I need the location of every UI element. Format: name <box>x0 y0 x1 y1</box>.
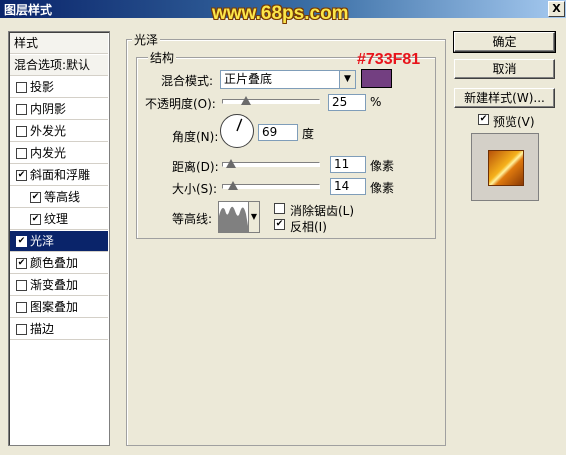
new-style-button[interactable]: 新建样式(W)... <box>454 88 555 108</box>
style-item[interactable]: ✔ 斜面和浮雕 <box>10 165 108 186</box>
style-list-header[interactable]: 样式 <box>10 33 108 54</box>
opacity-slider[interactable] <box>222 99 320 104</box>
invert-label: 反相(I) <box>290 220 327 234</box>
style-item-label: 光泽 <box>30 234 55 248</box>
color-hex-annotation: #733F81 <box>357 51 421 68</box>
style-item-label: 图案叠加 <box>30 300 79 314</box>
color-swatch[interactable] <box>361 69 392 88</box>
style-item-label: 描边 <box>30 322 55 336</box>
cancel-button-label: 取消 <box>492 62 517 76</box>
style-item[interactable]: 投影 <box>10 77 108 98</box>
blend-mode-label: 混合模式: <box>161 74 214 88</box>
angle-input[interactable]: 69 <box>258 124 298 141</box>
size-value: 14 <box>334 179 350 193</box>
style-item-checkbox[interactable] <box>16 280 27 291</box>
style-item-checkbox[interactable]: ✔ <box>16 170 27 181</box>
style-item-label: 等高线 <box>44 190 81 204</box>
style-list: 样式 混合选项:默认 投影 内阴影 外发光 内发光 ✔ 斜面和浮雕 ✔ 等高线 ✔ 纹理 ✔ 光泽 ✔ 颜… <box>8 31 110 446</box>
opacity-slider-thumb[interactable] <box>241 96 251 105</box>
ok-button-label: 确定 <box>492 35 517 49</box>
style-item-label: 纹理 <box>44 212 69 226</box>
style-item[interactable]: ✔ 等高线 <box>10 187 108 208</box>
preview-swatch <box>488 150 524 186</box>
contour-curve-icon <box>219 206 249 232</box>
structure-group-title: 结构 <box>148 49 177 66</box>
style-item-checkbox[interactable]: ✔ <box>30 214 41 225</box>
angle-needle-icon <box>236 118 243 132</box>
watermark-text: www.68ps.com <box>212 3 349 24</box>
style-item-label: 投影 <box>30 80 55 94</box>
opacity-unit: % <box>370 95 382 109</box>
style-item[interactable]: ✔ 纹理 <box>10 209 108 230</box>
style-item-checkbox[interactable] <box>16 148 27 159</box>
blend-options-item[interactable]: 混合选项:默认 <box>10 55 108 76</box>
style-item-label: 渐变叠加 <box>30 278 79 292</box>
blend-mode-value: 正片叠底 <box>224 72 273 86</box>
new-style-button-label: 新建样式(W)... <box>464 91 545 105</box>
angle-unit: 度 <box>302 127 315 141</box>
style-item-checkbox[interactable] <box>16 82 27 93</box>
distance-slider-thumb[interactable] <box>226 159 236 168</box>
opacity-label: 不透明度(O): <box>145 97 216 111</box>
size-input[interactable]: 14 <box>330 178 366 195</box>
style-list-header-label: 样式 <box>14 36 39 50</box>
style-item[interactable]: 外发光 <box>10 121 108 142</box>
opacity-value: 25 <box>332 95 348 109</box>
preview-checkbox[interactable]: ✔ <box>478 114 489 125</box>
size-slider-thumb[interactable] <box>228 181 238 190</box>
distance-input[interactable]: 11 <box>330 156 366 173</box>
style-item[interactable]: 描边 <box>10 319 108 340</box>
chevron-down-icon: ▼ <box>339 71 355 88</box>
satin-group-title: 光泽 <box>132 31 161 48</box>
style-item-checkbox[interactable] <box>16 104 27 115</box>
distance-unit: 像素 <box>370 159 395 173</box>
blend-mode-select[interactable]: 正片叠底 ▼ <box>220 70 356 89</box>
distance-label: 距离(D): <box>172 160 219 174</box>
style-item-label: 内阴影 <box>30 102 67 116</box>
size-unit: 像素 <box>370 181 395 195</box>
ok-button[interactable]: 确定 <box>453 31 556 53</box>
window-title: 图层样式 <box>4 3 53 17</box>
style-item-checkbox[interactable] <box>16 302 27 313</box>
blend-options-label: 混合选项:默认 <box>14 58 91 72</box>
title-bar[interactable]: 图层样式 www.68ps.com X <box>0 0 566 24</box>
contour-picker[interactable] <box>218 201 250 233</box>
distance-value: 11 <box>334 157 350 171</box>
style-item[interactable]: 图案叠加 <box>10 297 108 318</box>
antialias-checkbox[interactable] <box>274 203 285 214</box>
style-item[interactable]: 内发光 <box>10 143 108 164</box>
size-label: 大小(S): <box>172 182 218 196</box>
preview-label: 预览(V) <box>493 115 535 129</box>
cancel-button[interactable]: 取消 <box>454 59 555 79</box>
opacity-input[interactable]: 25 <box>328 94 366 111</box>
invert-checkbox[interactable]: ✔ <box>274 219 285 230</box>
angle-label: 角度(N): <box>172 130 219 144</box>
style-item[interactable]: ✔ 颜色叠加 <box>10 253 108 274</box>
distance-slider[interactable] <box>222 162 320 167</box>
style-item[interactable]: ✔ 光泽 <box>10 231 108 252</box>
close-button[interactable]: X <box>548 1 565 17</box>
contour-label: 等高线: <box>172 212 213 226</box>
chevron-down-icon: ▼ <box>250 212 258 221</box>
style-preview <box>471 133 539 201</box>
style-item-checkbox[interactable]: ✔ <box>16 258 27 269</box>
style-item-label: 内发光 <box>30 146 67 160</box>
antialias-label: 消除锯齿(L) <box>290 204 355 218</box>
style-item-label: 颜色叠加 <box>30 256 79 270</box>
angle-dial[interactable] <box>220 114 254 148</box>
style-item-label: 外发光 <box>30 124 67 138</box>
style-item-checkbox[interactable] <box>16 126 27 137</box>
close-icon: X <box>552 2 561 15</box>
contour-dropdown[interactable]: ▼ <box>248 201 260 233</box>
style-item[interactable]: 内阴影 <box>10 99 108 120</box>
style-item-checkbox[interactable]: ✔ <box>30 192 41 203</box>
style-item-checkbox[interactable] <box>16 324 27 335</box>
style-item[interactable]: 渐变叠加 <box>10 275 108 296</box>
style-item-checkbox[interactable]: ✔ <box>16 236 27 247</box>
style-item-label: 斜面和浮雕 <box>30 168 91 182</box>
angle-value: 69 <box>262 125 278 139</box>
